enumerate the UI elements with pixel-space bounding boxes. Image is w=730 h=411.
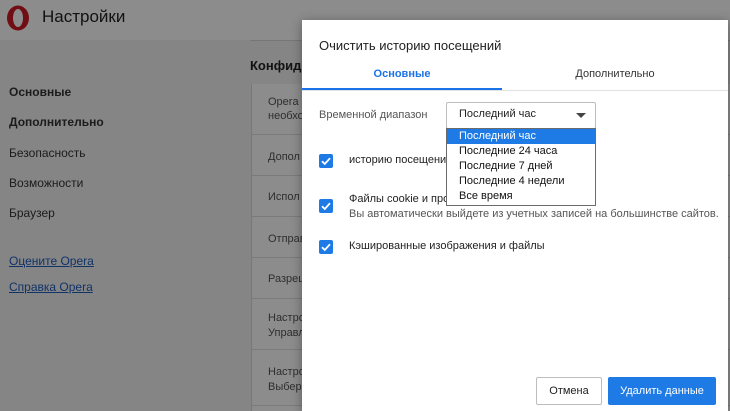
dropdown-option-4-weeks[interactable]: Последние 4 недели: [447, 174, 595, 189]
dialog-title: Очистить историю посещений: [319, 38, 502, 53]
tab-advanced[interactable]: Дополнительно: [502, 64, 728, 92]
dropdown-option-24-hours[interactable]: Последние 24 часа: [447, 144, 595, 159]
time-range-dropdown: Последний час Последние 24 часа Последни…: [446, 128, 596, 206]
checkmark-icon: [321, 243, 331, 252]
checkmark-icon: [321, 202, 331, 211]
history-label: историю посещени: [349, 154, 447, 166]
time-range-label: Временной диапазон: [319, 109, 428, 121]
checkmark-icon: [321, 157, 331, 166]
history-checkbox[interactable]: [319, 154, 333, 168]
time-range-value: Последний час: [459, 108, 537, 120]
dropdown-arrow-icon: [576, 113, 586, 118]
cookies-label: Файлы cookie и про: [349, 193, 450, 205]
delete-data-button[interactable]: Удалить данные: [608, 377, 716, 405]
cache-label: Кэшированные изображения и файлы: [349, 240, 545, 252]
cookies-checkbox[interactable]: [319, 199, 333, 213]
clear-history-dialog: Очистить историю посещений Основные Допо…: [302, 20, 728, 411]
time-range-select[interactable]: Последний час: [446, 102, 596, 129]
cache-checkbox[interactable]: [319, 240, 333, 254]
cookies-description: Вы автоматически выйдете из учетных запи…: [349, 208, 719, 220]
cancel-button[interactable]: Отмена: [536, 377, 602, 405]
dropdown-option-7-days[interactable]: Последние 7 дней: [447, 159, 595, 174]
dropdown-option-all-time[interactable]: Все время: [447, 189, 595, 204]
dropdown-option-last-hour[interactable]: Последний час: [447, 129, 595, 144]
tab-divider: [302, 90, 728, 91]
